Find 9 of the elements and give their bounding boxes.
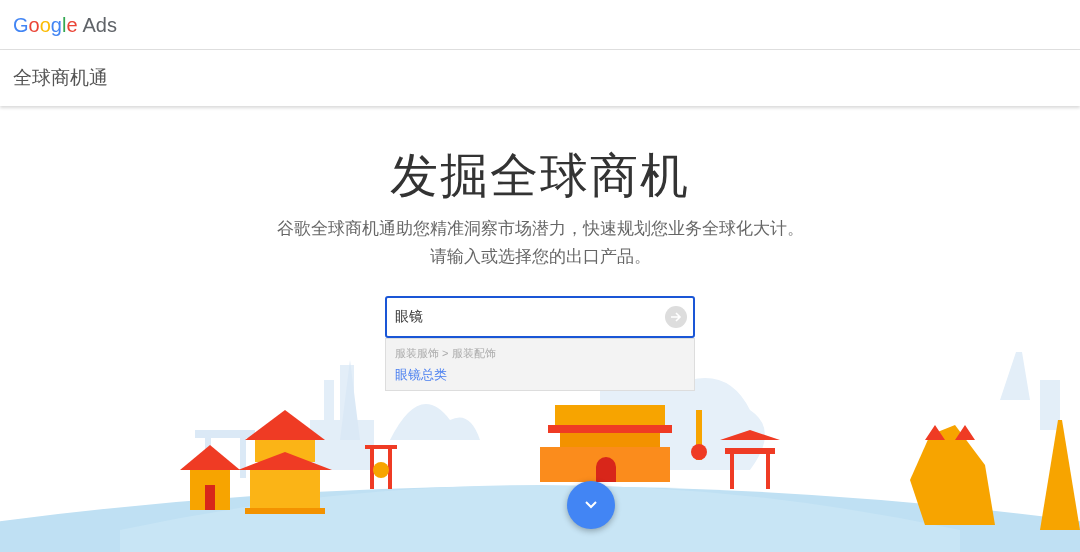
google-ads-logo[interactable]: Google Ads — [13, 9, 117, 40]
suggestion-item[interactable]: 眼镜总类 — [395, 364, 685, 384]
hero-subtitle: 请输入或选择您的出口产品。 — [429, 246, 651, 268]
hero-heading: 发掘全球商机 — [390, 148, 690, 204]
page-title: 全球商机通 — [13, 65, 108, 90]
category-path: 服装服饰 > 服装配饰 — [395, 346, 497, 361]
search-field[interactable]: 眼镜 — [385, 296, 695, 338]
chevron-down-icon — [585, 501, 597, 509]
hero-subtitle: 谷歌全球商机通助您精准洞察市场潜力，快速规划您业务全球化大计。 — [276, 218, 804, 240]
